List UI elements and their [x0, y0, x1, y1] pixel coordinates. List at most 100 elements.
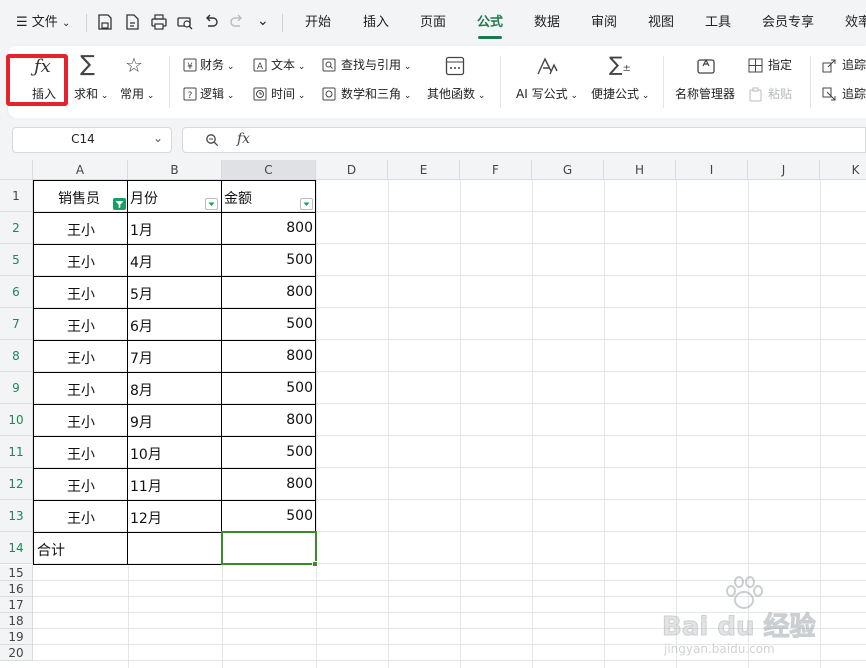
- row-header[interactable]: 14: [0, 532, 33, 564]
- math-trig-button[interactable]: 数学和三角 ⌄: [341, 86, 411, 104]
- fill-handle[interactable]: [312, 561, 318, 567]
- quick-formula-icon[interactable]: ∑±: [609, 52, 631, 76]
- tab-efficiency[interactable]: 效率: [845, 14, 866, 32]
- row-header[interactable]: 9: [0, 372, 33, 404]
- logic-icon[interactable]: ?: [183, 87, 197, 101]
- row-header[interactable]: 10: [0, 404, 33, 436]
- text-functions-button[interactable]: 文本 ⌄: [271, 57, 305, 75]
- row-header[interactable]: 8: [0, 340, 33, 372]
- cell-amount[interactable]: 500: [222, 444, 313, 460]
- cell-salesperson[interactable]: 王小: [67, 508, 95, 528]
- print-icon[interactable]: [150, 13, 168, 31]
- trace-dependents-button[interactable]: 追踪: [842, 86, 866, 102]
- cell-salesperson[interactable]: 王小: [67, 476, 95, 496]
- row-header[interactable]: 12: [0, 468, 33, 500]
- tab-tools[interactable]: 工具: [705, 14, 731, 32]
- row-header[interactable]: 6: [0, 276, 33, 308]
- cell-salesperson[interactable]: 王小: [67, 316, 95, 336]
- undo-icon[interactable]: [202, 13, 220, 31]
- row-header[interactable]: 7: [0, 308, 33, 340]
- column-header-j[interactable]: J: [748, 160, 820, 180]
- fx-icon[interactable]: fx: [237, 131, 250, 147]
- name-manager-button[interactable]: 名称管理器: [675, 86, 735, 102]
- finance-icon[interactable]: ¥: [183, 58, 197, 72]
- column-header-e[interactable]: E: [388, 160, 460, 180]
- tab-page[interactable]: 页面: [420, 14, 446, 32]
- row-header[interactable]: 13: [0, 500, 33, 532]
- clock-icon[interactable]: [253, 87, 267, 101]
- column-header-i[interactable]: I: [676, 160, 748, 180]
- column-header-h[interactable]: H: [604, 160, 676, 180]
- autosum-button[interactable]: 求和 ⌄: [74, 86, 108, 104]
- header-cell-amount[interactable]: 金额: [224, 188, 252, 208]
- cell-salesperson[interactable]: 王小: [67, 380, 95, 400]
- specify-button[interactable]: 指定: [768, 57, 792, 73]
- lookup-icon[interactable]: [322, 58, 336, 72]
- logical-button[interactable]: 逻辑 ⌄: [200, 86, 234, 104]
- cell-amount[interactable]: 500: [222, 252, 313, 268]
- row-header[interactable]: 5: [0, 244, 33, 276]
- redo-icon[interactable]: [228, 13, 246, 31]
- name-manager-icon[interactable]: [696, 56, 716, 76]
- row-header[interactable]: 20: [0, 645, 33, 661]
- cell-amount[interactable]: 800: [222, 412, 313, 428]
- specify-icon[interactable]: [748, 58, 763, 73]
- column-header-b[interactable]: B: [128, 160, 222, 180]
- row-header[interactable]: 11: [0, 436, 33, 468]
- cell-month[interactable]: 7月: [130, 348, 153, 368]
- export-pdf-icon[interactable]: [123, 13, 141, 31]
- cell-month[interactable]: 11月: [130, 476, 162, 496]
- tab-home[interactable]: 开始: [305, 14, 331, 32]
- cell-month[interactable]: 9月: [130, 412, 153, 432]
- common-functions-button[interactable]: 常用 ⌄: [120, 86, 154, 104]
- row-header[interactable]: 17: [0, 597, 33, 613]
- column-header-f[interactable]: F: [460, 160, 532, 180]
- file-menu[interactable]: ☰ 文件 ⌄: [16, 14, 70, 33]
- total-label-cell[interactable]: 合计: [37, 540, 65, 560]
- formula-input[interactable]: fx: [182, 127, 866, 153]
- row-header[interactable]: 2: [0, 212, 33, 244]
- trace-precedents-icon[interactable]: [822, 58, 837, 73]
- cell-amount[interactable]: 500: [222, 508, 313, 524]
- zoom-search-icon[interactable]: [205, 133, 219, 147]
- lookup-reference-button[interactable]: 查找与引用 ⌄: [341, 57, 411, 75]
- tab-formula[interactable]: 公式: [477, 14, 503, 32]
- row-header[interactable]: 1: [0, 180, 33, 212]
- cell-month[interactable]: 1月: [130, 220, 153, 240]
- cell-month[interactable]: 10月: [130, 444, 162, 464]
- filter-dropdown-icon[interactable]: [205, 198, 218, 210]
- tab-data[interactable]: 数据: [534, 14, 560, 32]
- cell-amount[interactable]: 800: [222, 220, 313, 236]
- column-header-k[interactable]: K: [820, 160, 866, 180]
- cell-salesperson[interactable]: 王小: [67, 220, 95, 240]
- ai-formula-button[interactable]: AI 写公式 ⌄: [516, 86, 578, 104]
- column-header-a[interactable]: A: [33, 160, 128, 180]
- other-functions-button[interactable]: 其他函数 ⌄: [427, 86, 485, 104]
- more-functions-icon[interactable]: [445, 56, 465, 76]
- selected-cell-c14[interactable]: [221, 531, 317, 565]
- cell-amount[interactable]: 500: [222, 380, 313, 396]
- trace-precedents-button[interactable]: 追踪: [842, 57, 866, 73]
- cell-month[interactable]: 4月: [130, 252, 153, 272]
- row-header[interactable]: 16: [0, 581, 33, 597]
- text-icon[interactable]: A: [253, 58, 267, 72]
- row-header[interactable]: 15: [0, 565, 33, 581]
- print-preview-icon[interactable]: [176, 13, 194, 31]
- row-header[interactable]: 19: [0, 629, 33, 645]
- save-icon[interactable]: [96, 13, 114, 31]
- column-header-g[interactable]: G: [532, 160, 604, 180]
- filter-active-icon[interactable]: [113, 198, 126, 210]
- cell-amount[interactable]: 800: [222, 348, 313, 364]
- cell-salesperson[interactable]: 王小: [67, 444, 95, 464]
- datetime-button[interactable]: 时间 ⌄: [271, 86, 305, 104]
- cell-month[interactable]: 12月: [130, 508, 162, 528]
- filter-dropdown-icon[interactable]: [300, 198, 313, 210]
- header-cell-month[interactable]: 月份: [130, 188, 158, 208]
- quick-formula-button[interactable]: 便捷公式 ⌄: [591, 86, 649, 104]
- spreadsheet-grid[interactable]: A B C D E F G H I J K 1 2 5 6 7 8 9 10 11 12 13 14 1…: [0, 160, 866, 668]
- column-header-d[interactable]: D: [316, 160, 388, 180]
- tab-view[interactable]: 视图: [648, 14, 674, 32]
- cell-amount[interactable]: 800: [222, 476, 313, 492]
- financial-button[interactable]: 财务 ⌄: [200, 57, 234, 75]
- math-icon[interactable]: [322, 87, 336, 101]
